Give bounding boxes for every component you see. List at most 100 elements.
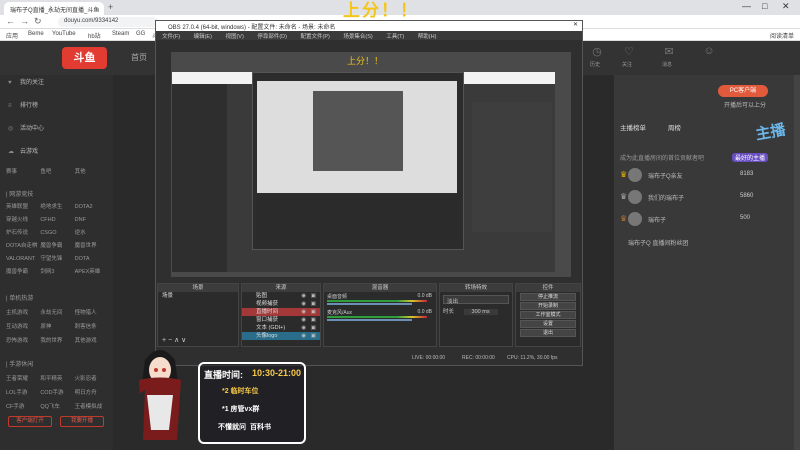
menu-item[interactable]: 编辑(E) [194,34,212,40]
exit-button[interactable]: 退出 [520,329,576,337]
category-link[interactable]: 穿越火线 [6,214,40,227]
transition-select[interactable]: 淡出 [443,295,509,305]
sidebar-item-activity[interactable]: ◎ 活动中心 [8,123,44,132]
page-scrollbar[interactable] [794,75,800,450]
bookmark-item[interactable]: GG [136,31,145,37]
stop-stream-button[interactable]: 停止推流 [520,293,576,301]
category-link[interactable]: CSGO [40,227,74,240]
category-link[interactable]: 和平精英 [40,372,74,386]
category-link[interactable]: 逆水 [75,227,109,240]
category-link[interactable]: 王者荣耀 [6,372,40,386]
close-icon[interactable]: ✕ [573,21,578,28]
browser-tab[interactable]: 瑞布子Q直播_永劫无间直播_斗鱼 [4,2,104,15]
source-item[interactable]: 贴图 ◉ ▣ [242,292,320,300]
source-item[interactable]: 文本 (GDI+) ◉ ▣ [242,324,320,332]
category-link[interactable]: 魔兽世界 [75,240,109,253]
sidebar-item-follow[interactable]: ♥ 我的关注 [8,77,44,86]
volume-fader[interactable] [327,303,412,305]
category-link[interactable]: 主机游戏 [6,306,40,320]
category-link[interactable]: 刺客信条 [75,320,109,334]
rank-row[interactable]: ♛ 我们的瑞布子 5860 [620,188,790,208]
minimize-button[interactable]: — [742,1,751,11]
menu-item[interactable]: 场景集合(S) [343,34,372,40]
category-link[interactable]: 其他游戏 [75,334,109,348]
settings-button[interactable]: 设置 [520,320,576,328]
follow-icon[interactable]: ♡ [620,45,638,58]
category-link[interactable]: 火影忍者 [75,372,109,386]
sidebar-item-cloud[interactable]: ☁ 云游戏 [8,146,38,155]
pc-client-button[interactable]: PC客户端 [718,85,768,97]
bookmark-item[interactable]: hb站 [88,31,101,40]
history-icon[interactable]: ◷ [588,45,606,58]
category-link[interactable]: 炉石传说 [6,227,40,240]
menu-item[interactable]: 配置文件(P) [300,34,329,40]
menu-item[interactable]: 文件(F) [162,34,180,40]
category-link[interactable]: QQ飞车 [40,400,74,414]
studio-mode-button[interactable]: 工作室模式 [520,311,576,319]
message-icon[interactable]: ✉ [660,45,678,58]
category-link[interactable]: 剑网3 [40,266,74,279]
category-link[interactable]: 恐怖游戏 [6,334,40,348]
client-open-button[interactable]: 客户端打开 [8,416,52,427]
category-link[interactable]: DOTA [75,253,109,266]
category-link[interactable]: LOL手游 [6,386,40,400]
category-link[interactable]: 原神 [40,320,74,334]
forward-icon[interactable]: → [20,16,29,26]
maximize-button[interactable]: □ [762,1,767,11]
category-link[interactable]: DNF [75,214,109,227]
start-stream-button[interactable]: 我要开播 [60,416,104,427]
source-item[interactable]: 窗口捕获 ◉ ▣ [242,316,320,324]
source-item[interactable]: 视频捕获 ◉ ▣ [242,300,320,308]
bookmark-item[interactable]: Beme [28,31,44,37]
avatar-icon[interactable]: ☺ [700,45,718,57]
douyu-logo[interactable]: 斗鱼 [62,47,107,69]
quick-link[interactable]: 其他 [75,167,109,175]
category-link[interactable]: CF手游 [6,400,40,414]
reading-list[interactable]: 阅读清单 [770,31,794,40]
reload-icon[interactable]: ↻ [34,16,42,27]
category-link[interactable]: 怪物猎人 [75,306,109,320]
category-link[interactable]: APEX英雄 [75,266,109,279]
obs-preview[interactable]: 上分！！ [171,52,571,277]
menu-item[interactable]: 帮助(H) [418,34,437,40]
menu-item[interactable]: 停靠部件(D) [257,34,287,40]
quick-link[interactable]: 鱼吧 [40,167,74,175]
category-link[interactable]: 英雄联盟 [6,201,40,214]
duration-input[interactable]: 300 ms [463,309,498,315]
quick-link[interactable]: 赛事 [6,167,40,175]
category-link[interactable]: 我的世界 [40,334,74,348]
start-recording-button[interactable]: 开始录制 [520,302,576,310]
rank-row[interactable]: ♛ 瑞布子 500 [620,210,790,230]
source-item[interactable]: 头像logo ◉ ▣ [242,332,320,340]
menu-item[interactable]: 视图(V) [225,34,243,40]
category-link[interactable]: 魔兽争霸 [40,240,74,253]
tab-anchor-rank[interactable]: 主播榜单 [620,125,646,132]
back-icon[interactable]: ← [6,16,15,26]
rank-row[interactable]: ♛ 瑞布子Q亲友 8183 [620,166,790,186]
category-link[interactable]: VALORANT [6,253,40,266]
category-link[interactable]: CFHD [40,214,74,227]
category-link[interactable]: 王者模拟战 [75,400,109,414]
sidebar-item-rank[interactable]: ≡ 排行榜 [8,100,38,109]
bookmark-item[interactable]: 应用 [6,31,18,40]
home-link[interactable]: 首页 [131,52,147,63]
category-link[interactable]: 守望先锋 [40,253,74,266]
volume-fader[interactable] [327,319,412,321]
category-link[interactable]: DOTA自走棋 [6,240,40,253]
bookmark-item[interactable]: YouTube [52,31,76,37]
url-field[interactable]: douyu.com/9334142 [58,17,158,27]
menu-item[interactable]: 工具(T) [386,34,404,40]
category-link[interactable]: 绝地求生 [40,201,74,214]
close-window-button[interactable]: ✕ [782,1,790,12]
category-link[interactable]: DOTA2 [75,201,109,214]
scene-item[interactable]: 场景 [158,292,238,300]
category-link[interactable]: 明日方舟 [75,386,109,400]
source-item-selected[interactable]: 直播时间 ◉ ▣ [242,308,320,316]
category-link[interactable]: 魔兽争霸 [6,266,40,279]
new-tab-button[interactable]: + [108,2,113,12]
bookmark-item[interactable]: Steam [112,31,129,37]
category-link[interactable]: 互动游戏 [6,320,40,334]
category-link[interactable]: 永劫无间 [40,306,74,320]
tab-week-rank[interactable]: 周榜 [668,125,681,132]
category-link[interactable]: COD手游 [40,386,74,400]
